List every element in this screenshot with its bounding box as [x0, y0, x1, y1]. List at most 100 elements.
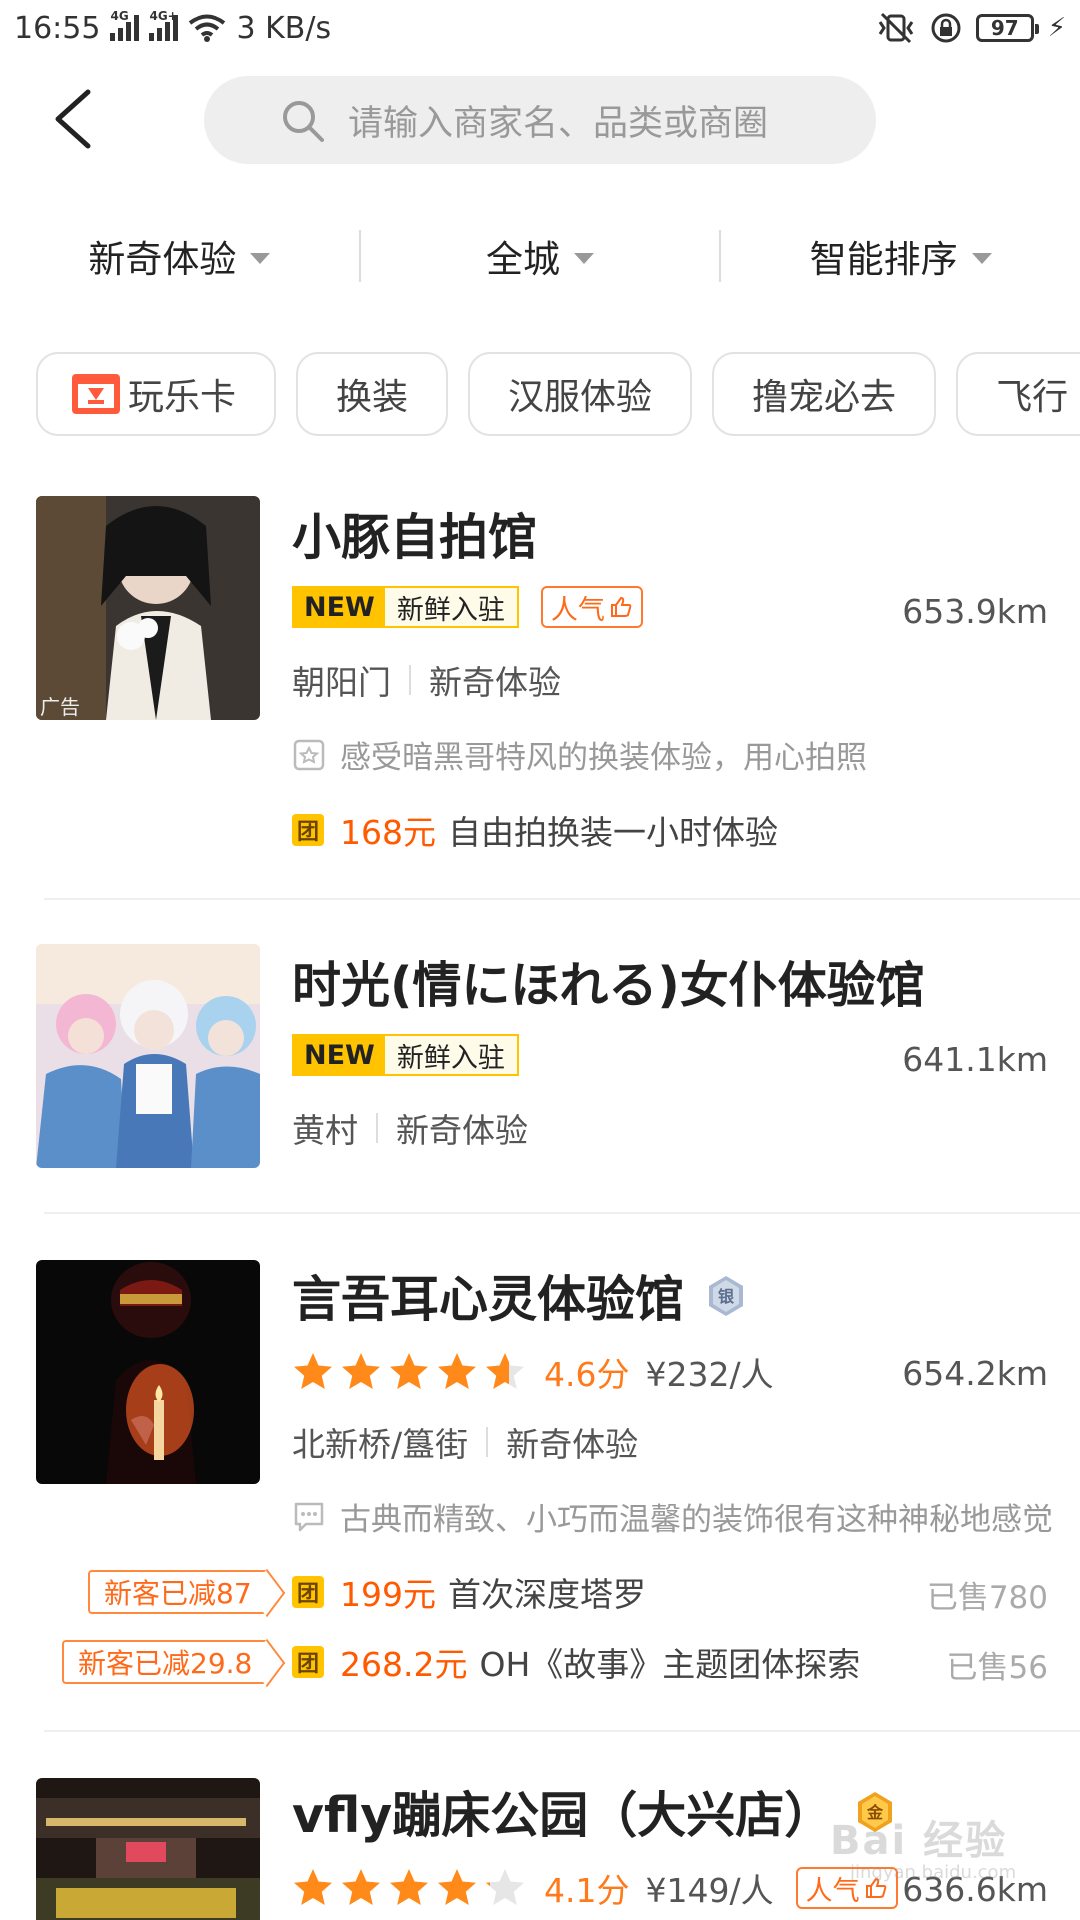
watermark-logo: Bai 经验 jingyan.baidu.com: [830, 1818, 1017, 1883]
star-icon: [438, 1353, 476, 1389]
chip-label: 撸宠必去: [752, 377, 897, 418]
battery-icon: 97: [975, 14, 1039, 42]
chip-label: 飞行: [996, 377, 1069, 418]
shop-title: 言吾耳心灵体验馆 银: [292, 1260, 746, 1331]
vibrate-icon: [878, 12, 913, 44]
tag-chips: 玩乐卡 换装 汉服体验 撸宠必去 飞行: [36, 352, 1080, 436]
filter-region[interactable]: 全城: [361, 229, 720, 283]
chip-label: 玩乐卡: [128, 377, 237, 418]
signal-icon: 4G: [110, 9, 140, 41]
filter-category-label: 新奇体验: [88, 238, 237, 281]
star-icon: [486, 1353, 524, 1389]
caret-down-icon: [250, 252, 271, 264]
deal-price: 199元: [340, 1575, 436, 1614]
medal-outline-icon: [293, 739, 325, 770]
chip-play-card[interactable]: 玩乐卡: [36, 352, 277, 436]
deal-row[interactable]: 团 268.2元 OH《故事》主题团体探索: [292, 1638, 860, 1686]
shop-photo: 广告: [36, 496, 260, 720]
filter-category[interactable]: 新奇体验: [0, 229, 359, 283]
rating-row: 4.6分 ¥232/人: [292, 1348, 774, 1396]
shop-title: vfly蹦床公园（大兴店） 金: [292, 1776, 895, 1847]
search-icon: [283, 101, 324, 142]
review-row: 古典而精致、小巧而温馨的装饰很有这种神秘地感觉: [292, 1494, 1053, 1539]
network-speed: 3 KB/s: [236, 10, 332, 46]
wifi-icon: [189, 14, 226, 42]
deal-name: OH《故事》主题团体探索: [479, 1645, 861, 1684]
avg-price: ¥232/人: [645, 1355, 774, 1394]
ad-tag: 广告: [40, 695, 80, 719]
chip-label: 汉服体验: [508, 377, 653, 418]
listing-card[interactable]: 时光(情にほれる)女仆体验馆 NEW 新鲜入驻 641.1km 黄村 新奇体验: [0, 944, 1080, 1184]
deal-name: 首次深度塔罗: [448, 1575, 646, 1614]
sold-count: 已售780: [926, 1580, 1048, 1616]
separator: [486, 1427, 489, 1457]
filter-sort[interactable]: 智能排序: [721, 229, 1080, 283]
charging-icon: ⚡: [1047, 13, 1066, 43]
separator: [376, 1113, 378, 1143]
listing-card[interactable]: 广告 小豚自拍馆 NEW 新鲜入驻 人气 653.9km 朝阳门 新奇体验 感受暗…: [0, 496, 1080, 886]
filter-region-label: 全城: [486, 238, 560, 281]
deal-row[interactable]: 团 168元 自由拍换装一小时体验: [292, 806, 778, 854]
badge-row: NEW 新鲜入驻: [292, 1034, 519, 1076]
star-icon: [486, 1869, 524, 1905]
score: 4.1分: [544, 1871, 630, 1910]
category: 新奇体验: [396, 1111, 528, 1150]
star-rating: [292, 1351, 526, 1393]
shop-photo: [36, 1260, 260, 1484]
star-icon: [294, 1869, 332, 1905]
comment-icon: [294, 1502, 324, 1531]
signal-icon-2: 4G+: [149, 9, 179, 41]
filter-bar: 新奇体验 全城 智能排序: [0, 212, 1080, 300]
deal-price: 268.2元: [340, 1645, 468, 1684]
shop-title: 时光(情にほれる)女仆体验馆: [292, 957, 925, 1014]
separator: [409, 665, 411, 695]
divider: [44, 898, 1080, 900]
avg-price: ¥149/人: [645, 1871, 774, 1910]
back-arrow-icon[interactable]: [48, 86, 108, 152]
star-icon: [438, 1869, 476, 1905]
deal-name: 自由拍换装一小时体验: [448, 813, 778, 852]
caret-down-icon: [971, 252, 992, 264]
area: 朝阳门: [292, 663, 391, 702]
distance: 641.1km: [902, 1040, 1048, 1079]
rating-row: 4.1分 ¥149/人 人气: [292, 1864, 898, 1912]
chip-hanfu[interactable]: 汉服体验: [468, 352, 693, 436]
star-icon: [294, 1353, 332, 1389]
listing-card[interactable]: 言吾耳心灵体验馆 银 4.6分 ¥232/人 654.2km 北新桥/簋街 新奇…: [0, 1258, 1080, 1698]
shop-photo: [36, 1778, 260, 1920]
popular-badge: 人气: [540, 586, 643, 628]
area: 北新桥/簋街: [292, 1425, 469, 1464]
group-deal-icon: 团: [292, 1646, 324, 1678]
new-customer-discount: 新客已减29.8: [62, 1640, 269, 1684]
caret-down-icon: [574, 252, 594, 264]
divider: [44, 1212, 1080, 1214]
shop-title: 小豚自拍馆: [292, 509, 538, 566]
chip-pets[interactable]: 撸宠必去: [712, 352, 937, 436]
status-bar: 16:55 4G 4G+ 3 KB/s 97 ⚡: [0, 0, 1080, 56]
group-deal-icon: 团: [292, 814, 324, 846]
star-icon: [390, 1353, 428, 1389]
score: 4.6分: [544, 1355, 630, 1394]
distance: 653.9km: [902, 592, 1048, 631]
thumbs-up-icon: [610, 596, 632, 617]
chip-label: 换装: [336, 377, 409, 418]
category: 新奇体验: [506, 1425, 639, 1464]
shop-photo: [36, 944, 260, 1168]
new-badge: NEW 新鲜入驻: [292, 1034, 519, 1076]
deal-price: 168元: [340, 813, 436, 852]
chip-costume[interactable]: 换装: [296, 352, 449, 436]
meta-row: 黄村 新奇体验: [292, 1104, 528, 1152]
chip-flying[interactable]: 飞行: [956, 352, 1080, 436]
sold-count: 已售56: [946, 1650, 1048, 1686]
search-input[interactable]: 请输入商家名、品类或商圈: [204, 76, 876, 164]
star-icon: [342, 1353, 380, 1389]
group-deal-icon: 团: [292, 1576, 324, 1608]
deal-row[interactable]: 团 199元 首次深度塔罗: [292, 1568, 646, 1616]
rotation-lock-icon: [931, 13, 961, 43]
silver-medal-icon: 银: [709, 1275, 744, 1316]
ticket-icon: [72, 374, 120, 414]
filter-sort-label: 智能排序: [809, 238, 958, 281]
star-rating: [292, 1867, 526, 1909]
search-placeholder: 请输入商家名、品类或商圈: [348, 103, 769, 144]
review-text: 古典而精致、小巧而温馨的装饰很有这种神秘地感觉: [340, 1502, 1053, 1538]
